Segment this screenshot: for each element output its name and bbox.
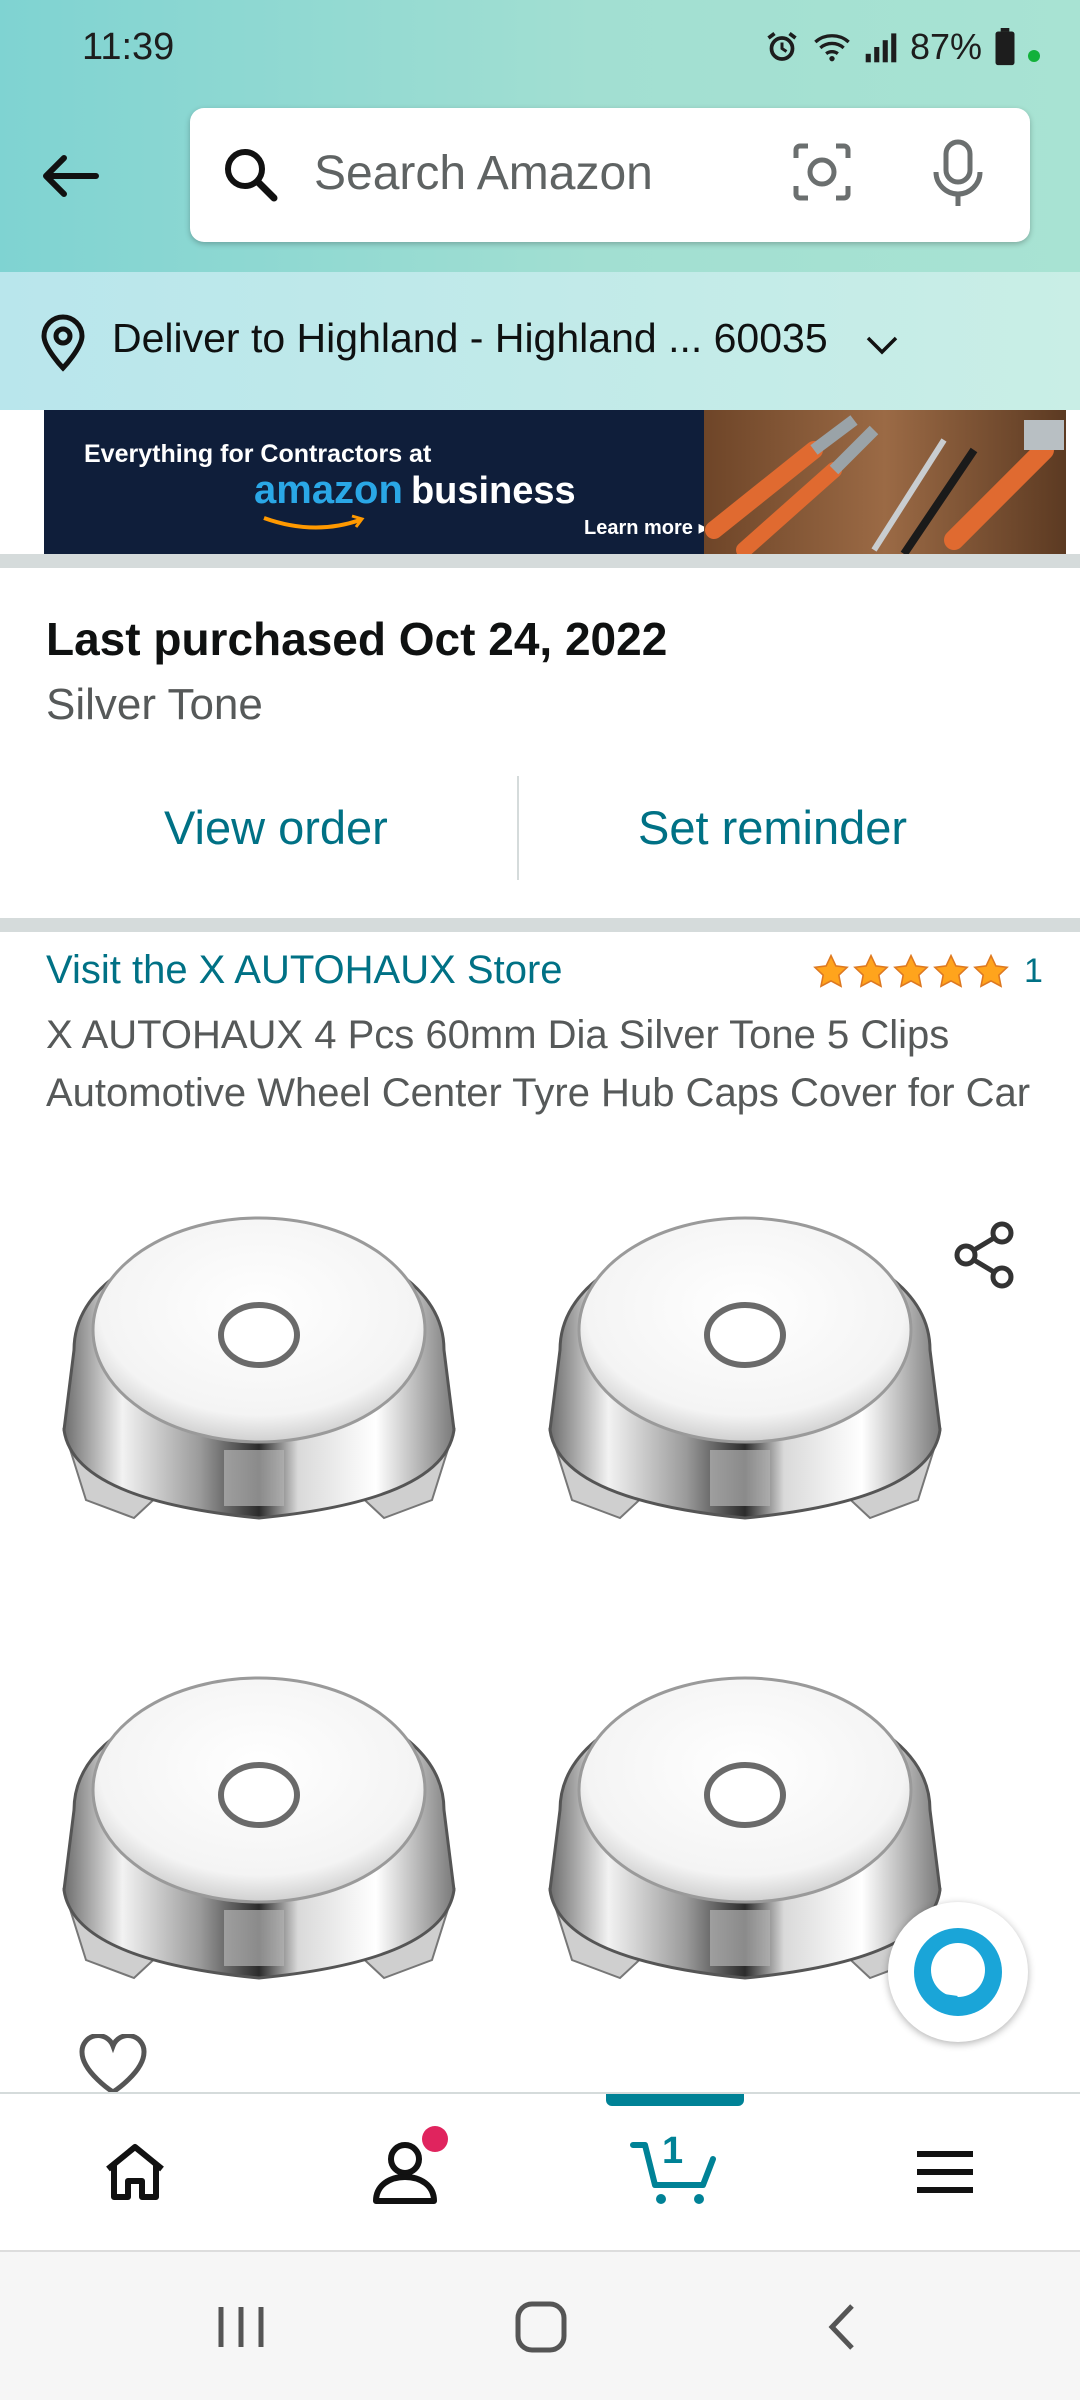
product-title[interactable]: X AUTOHAUX 4 Pcs 60mm Dia Silver Tone 5 … — [46, 1006, 1036, 1122]
recent-apps-button[interactable] — [196, 2292, 286, 2362]
cart-count: 1 — [662, 2130, 684, 2172]
status-bar: 11:39 87% — [0, 0, 1080, 98]
share-icon — [954, 1221, 1014, 1289]
status-icons: 87% — [764, 26, 1040, 68]
battery-icon — [995, 28, 1015, 66]
banner-learn-more[interactable]: Learn more ▸ — [584, 515, 709, 540]
back-arrow-icon — [43, 155, 99, 197]
microphone-icon[interactable] — [930, 138, 986, 210]
chevron-left-icon — [828, 2304, 854, 2350]
search-bar[interactable]: Search Amazon — [190, 108, 1030, 242]
view-order-button[interactable]: View order — [164, 800, 388, 855]
tools-image — [704, 410, 1066, 554]
search-icon — [225, 149, 278, 202]
home-icon — [106, 2144, 164, 2200]
nav-cart[interactable]: 1 — [540, 2094, 810, 2250]
battery-percent: 87% — [909, 26, 982, 67]
heart-icon — [79, 2034, 147, 2095]
star-icon — [813, 953, 849, 988]
system-navigation-bar — [0, 2250, 1080, 2400]
star-icon — [933, 953, 969, 988]
deliver-to-bar[interactable]: Deliver to Highland - Highland ... 60035 — [0, 272, 1080, 410]
menu-icon — [917, 2151, 973, 2193]
signal-icon — [865, 33, 897, 63]
last-purchased-variant: Silver Tone — [46, 680, 263, 729]
home-square-icon — [515, 2301, 567, 2353]
amazon-business-banner[interactable]: Everything for Contractors at amazon bus… — [44, 410, 1066, 554]
system-back-button[interactable] — [796, 2292, 886, 2362]
set-reminder-button[interactable]: Set reminder — [638, 800, 907, 855]
action-divider — [517, 776, 519, 880]
status-time: 11:39 — [82, 26, 175, 68]
nav-home[interactable] — [0, 2094, 270, 2250]
banner-brand-amazon: amazon — [254, 468, 403, 512]
star-icon — [973, 953, 1009, 988]
rating-count: 1 — [1024, 952, 1043, 990]
back-button[interactable] — [34, 140, 106, 212]
amazon-business-logo: amazon business — [254, 468, 576, 513]
product-image[interactable] — [44, 1190, 1036, 2090]
banner-brand-business: business — [410, 470, 576, 512]
purchase-actions: View order Set reminder — [0, 776, 1080, 880]
star-rating[interactable]: 1 — [812, 952, 1043, 991]
search-input[interactable]: Search Amazon — [314, 146, 653, 201]
banner-headline: Everything for Contractors at — [84, 440, 432, 468]
alexa-button[interactable] — [888, 1902, 1028, 2042]
system-home-button[interactable] — [496, 2292, 586, 2362]
alarm-icon — [767, 32, 797, 61]
nav-menu[interactable] — [810, 2094, 1080, 2250]
section-divider — [0, 554, 1080, 568]
alexa-icon — [914, 1928, 1002, 2016]
location-pin-icon — [41, 314, 85, 372]
share-button[interactable] — [930, 1200, 1040, 1310]
bottom-navigation: 1 — [0, 2092, 1080, 2248]
star-icon — [853, 953, 889, 988]
recent-apps-icon — [218, 2307, 264, 2347]
camera-search-icon[interactable] — [790, 140, 854, 204]
deliver-to-text: Deliver to Highland - Highland ... 60035 — [112, 315, 828, 361]
notification-dot — [422, 2126, 448, 2152]
chevron-down-icon — [866, 336, 898, 355]
amazon-smile-icon — [263, 514, 365, 530]
last-purchased-title: Last purchased Oct 24, 2022 — [46, 613, 668, 665]
wifi-icon — [814, 34, 850, 62]
section-divider — [0, 918, 1080, 932]
privacy-dot — [1028, 50, 1040, 62]
star-icon — [893, 953, 929, 988]
header: 11:39 87% Search Amazon — [0, 0, 1080, 272]
visit-store-link[interactable]: Visit the X AUTOHAUX Store — [46, 948, 563, 993]
active-tab-indicator — [606, 2094, 744, 2106]
nav-account[interactable] — [270, 2094, 540, 2250]
